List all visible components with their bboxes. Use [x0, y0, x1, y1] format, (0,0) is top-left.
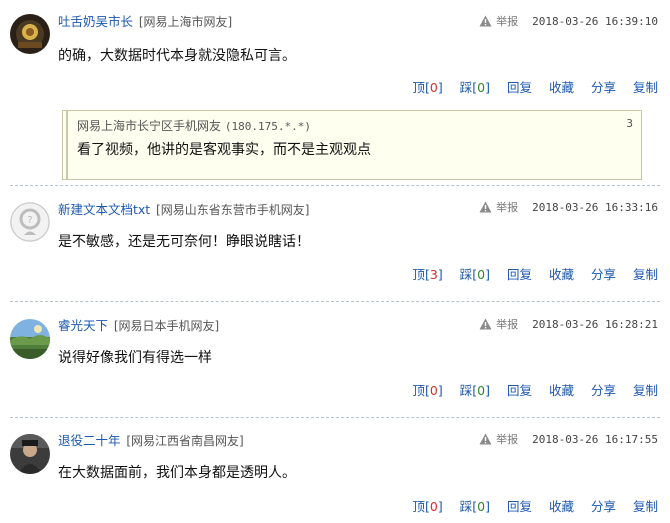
reply-button[interactable]: 回复 [507, 381, 532, 401]
username-link[interactable]: 睿光天下 [58, 318, 108, 333]
downvote-count: 0 [477, 499, 486, 514]
comment-item: ? 新建文本文档txt [网易山东省东营市手机网友] 举报 2018-03-26 … [0, 186, 670, 300]
avatar[interactable] [10, 14, 50, 54]
comment-text: 的确，大数据时代本身就没隐私可言。 [58, 48, 296, 64]
downvote-button[interactable]: 踩[0] [460, 497, 490, 517]
comment-meta: 退役二十年 [网易江西省南昌网友] [58, 431, 244, 451]
favorite-button[interactable]: 收藏 [549, 381, 574, 401]
avatar[interactable]: ? [10, 202, 50, 242]
warning-icon[interactable] [479, 432, 492, 452]
comment-actions: 顶[3] 踩[0] 回复 收藏 分享 复制 [400, 265, 658, 285]
downvote-label: 踩 [459, 499, 473, 514]
downvote-count: 0 [477, 383, 486, 398]
upvote-button[interactable]: 顶[0] [413, 78, 443, 98]
downvote-button[interactable]: 踩[0] [460, 381, 490, 401]
quote-username: 网易上海市长宁区手机网友 [77, 119, 222, 133]
favorite-button[interactable]: 收藏 [549, 78, 574, 98]
upvote-button[interactable]: 顶[0] [413, 381, 443, 401]
upvote-count: 0 [429, 80, 438, 95]
user-location: [网易日本手机网友] [113, 319, 220, 333]
upvote-button[interactable]: 顶[3] [413, 265, 443, 285]
report-link[interactable]: 举报 [496, 15, 518, 28]
downvote-button[interactable]: 踩[0] [460, 78, 490, 98]
favorite-button[interactable]: 收藏 [549, 497, 574, 517]
copy-button[interactable]: 复制 [633, 265, 658, 285]
upvote-label: 顶 [412, 80, 426, 95]
share-button[interactable]: 分享 [591, 78, 616, 98]
upvote-label: 顶 [412, 267, 426, 282]
comment-datetime: 2018-03-26 16:39:10 [532, 15, 658, 28]
username-link[interactable]: 退役二十年 [58, 433, 121, 448]
comment-item: 吐舌奶吴市长 [网易上海市网友] 举报 2018-03-26 16:39:10 的… [0, 0, 670, 185]
comment-right-meta: 举报 2018-03-26 16:33:16 [479, 198, 658, 218]
reply-button[interactable]: 回复 [507, 497, 532, 517]
favorite-button[interactable]: 收藏 [549, 265, 574, 285]
upvote-count: 0 [429, 383, 438, 398]
comment-actions: 顶[0] 踩[0] 回复 收藏 分享 复制 [400, 497, 658, 517]
downvote-label: 踩 [459, 80, 473, 95]
downvote-count: 0 [477, 267, 486, 282]
user-location: [网易山东省东营市手机网友] [156, 203, 310, 217]
report-link[interactable]: 举报 [496, 318, 518, 331]
upvote-button[interactable]: 顶[0] [413, 497, 443, 517]
comment-text: 说得好像我们有得选一样 [58, 350, 212, 366]
svg-text:?: ? [27, 215, 32, 226]
upvote-count: 3 [429, 267, 438, 282]
comment-text: 是不敏感，还是无可奈何！睁眼说瞎话！ [58, 234, 310, 250]
comment-right-meta: 举报 2018-03-26 16:28:21 [479, 315, 658, 335]
warning-icon[interactable] [479, 14, 492, 34]
comment-datetime: 2018-03-26 16:17:55 [532, 433, 658, 446]
comment-right-meta: 举报 2018-03-26 16:17:55 [479, 430, 658, 450]
comment-datetime: 2018-03-26 16:28:21 [532, 318, 658, 331]
reply-button[interactable]: 回复 [507, 78, 532, 98]
comment-feed: 吐舌奶吴市长 [网易上海市网友] 举报 2018-03-26 16:39:10 的… [0, 0, 670, 523]
comment-datetime: 2018-03-26 16:33:16 [532, 201, 658, 214]
share-button[interactable]: 分享 [591, 497, 616, 517]
comment-actions: 顶[0] 踩[0] 回复 收藏 分享 复制 [400, 381, 658, 401]
user-location: [网易江西省南昌网友] [126, 434, 244, 448]
copy-button[interactable]: 复制 [633, 381, 658, 401]
quoted-comment: 网易上海市长宁区手机网友 (180.175.*.*) 3 看了视频，他讲的是客观… [62, 110, 642, 180]
reply-button[interactable]: 回复 [507, 265, 532, 285]
upvote-count: 0 [429, 499, 438, 514]
comment-actions: 顶[0] 踩[0] 回复 收藏 分享 复制 [400, 78, 658, 98]
username-link[interactable]: 新建文本文档txt [58, 202, 150, 217]
user-location: [网易上海市网友] [138, 15, 233, 29]
upvote-label: 顶 [412, 383, 426, 398]
comment-right-meta: 举报 2018-03-26 16:39:10 [479, 12, 658, 32]
comment-meta: 吐舌奶吴市长 [网易上海市网友] [58, 12, 232, 32]
comment-text: 在大数据面前，我们本身都是透明人。 [58, 465, 296, 481]
share-button[interactable]: 分享 [591, 381, 616, 401]
quote-text: 看了视频，他讲的是客观事实，而不是主观观点 [77, 142, 371, 158]
share-button[interactable]: 分享 [591, 265, 616, 285]
comment-item: 睿光天下 [网易日本手机网友] 举报 2018-03-26 16:28:21 说得… [0, 302, 670, 416]
quote-ip: (180.175.*.*) [224, 120, 311, 133]
copy-button[interactable]: 复制 [633, 497, 658, 517]
warning-icon[interactable] [479, 200, 492, 220]
quote-floor-number: 3 [626, 117, 633, 130]
upvote-label: 顶 [412, 499, 426, 514]
downvote-label: 踩 [459, 267, 473, 282]
downvote-button[interactable]: 踩[0] [460, 265, 490, 285]
avatar[interactable] [10, 434, 50, 474]
report-link[interactable]: 举报 [496, 433, 518, 446]
copy-button[interactable]: 复制 [633, 78, 658, 98]
quote-meta: 网易上海市长宁区手机网友 (180.175.*.*) [77, 117, 311, 134]
downvote-label: 踩 [459, 383, 473, 398]
username-link[interactable]: 吐舌奶吴市长 [58, 14, 133, 29]
downvote-count: 0 [477, 80, 486, 95]
avatar[interactable] [10, 319, 50, 359]
comment-item: 退役二十年 [网易江西省南昌网友] 举报 2018-03-26 16:17:55 … [0, 418, 670, 523]
comment-meta: 新建文本文档txt [网易山东省东营市手机网友] [58, 200, 309, 220]
comment-meta: 睿光天下 [网易日本手机网友] [58, 316, 219, 336]
warning-icon[interactable] [479, 317, 492, 337]
report-link[interactable]: 举报 [496, 201, 518, 214]
